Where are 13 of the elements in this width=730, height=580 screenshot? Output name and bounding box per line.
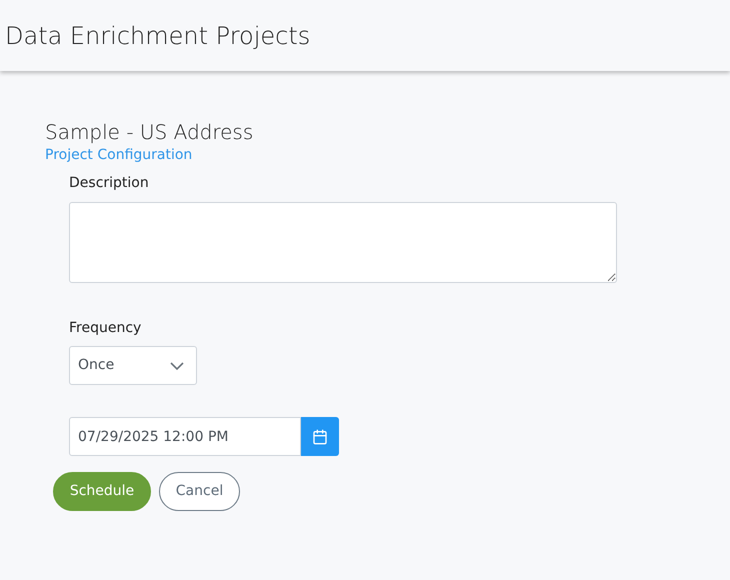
project-configuration-link[interactable]: Project Configuration xyxy=(45,145,192,165)
frequency-label: Frequency xyxy=(69,319,142,338)
chevron-down-icon xyxy=(170,362,184,370)
description-field[interactable] xyxy=(69,202,617,283)
date-time-field[interactable]: 07/29/2025 12:00 PM xyxy=(69,417,301,456)
schedule-button[interactable]: Schedule xyxy=(53,472,151,511)
project-name: Sample - US Address xyxy=(45,119,254,145)
calendar-icon xyxy=(312,428,328,444)
calendar-button[interactable] xyxy=(301,417,339,456)
description-label: Description xyxy=(69,174,150,193)
frequency-select[interactable]: Once xyxy=(69,346,197,385)
page-title: Data Enrichment Projects xyxy=(5,20,310,52)
cancel-button[interactable]: Cancel xyxy=(159,472,240,511)
